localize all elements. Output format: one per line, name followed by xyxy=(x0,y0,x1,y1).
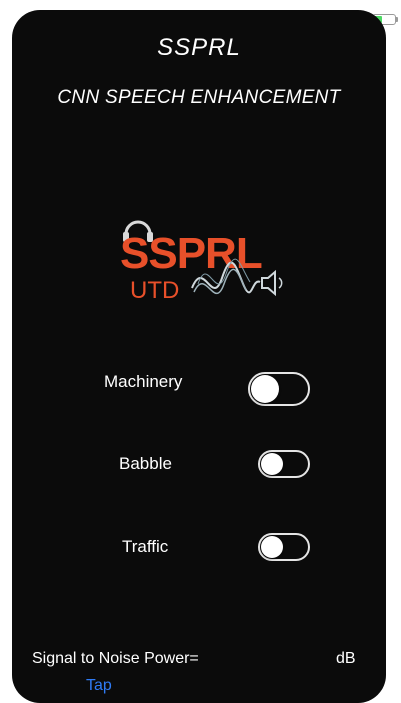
traffic-switch[interactable] xyxy=(258,533,310,561)
snr-unit: dB xyxy=(336,650,356,667)
machinery-switch-knob xyxy=(251,375,279,403)
app-screen: SSPRL CNN SPEECH ENHANCEMENT SSPRL UTD M… xyxy=(12,10,386,703)
snr-label: Signal to Noise Power= xyxy=(32,650,199,667)
machinery-label: Machinery xyxy=(104,372,183,391)
battery-tip xyxy=(396,17,398,22)
machinery-switch[interactable] xyxy=(248,372,310,406)
babble-switch-knob xyxy=(261,453,283,475)
traffic-label: Traffic xyxy=(122,537,169,556)
app-subtitle: CNN SPEECH ENHANCEMENT xyxy=(57,87,341,108)
app-title: SSPRL xyxy=(157,34,241,61)
traffic-switch-knob xyxy=(261,536,283,558)
logo-text: SSPRL xyxy=(120,229,262,278)
logo-subtext: UTD xyxy=(130,277,179,303)
babble-switch[interactable] xyxy=(258,450,310,478)
babble-label: Babble xyxy=(119,454,172,473)
tap-button[interactable]: Tap xyxy=(86,677,112,695)
ssprl-utd-logo: SSPRL UTD xyxy=(120,220,283,303)
